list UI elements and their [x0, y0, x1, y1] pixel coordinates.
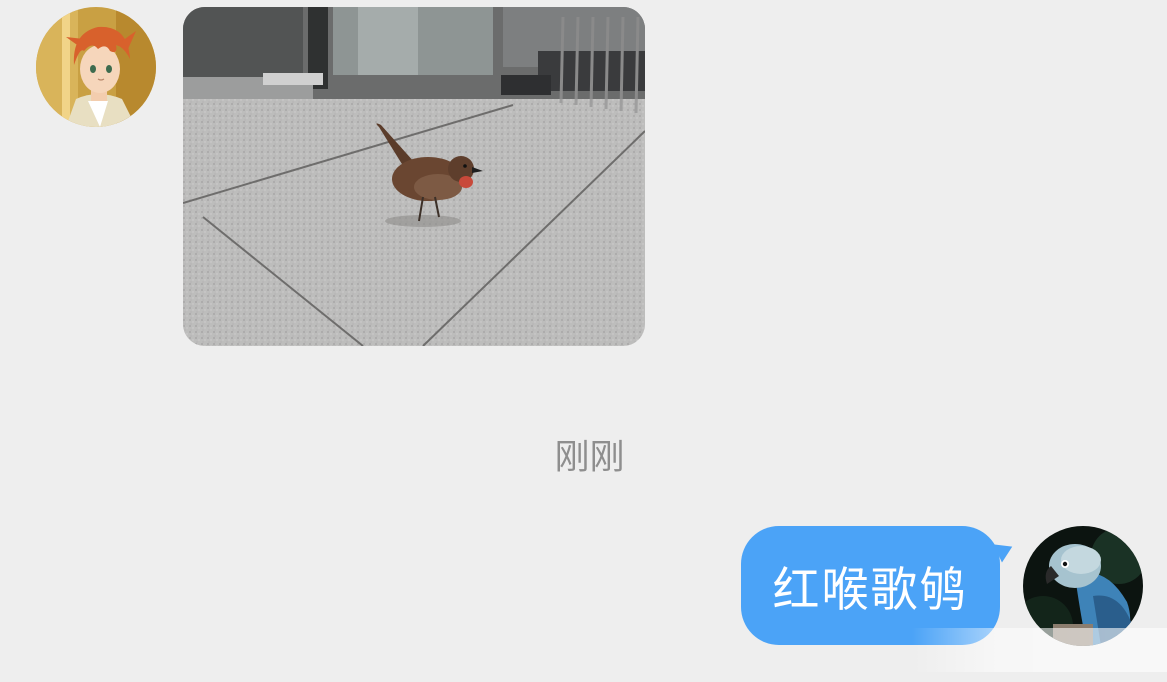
sender-avatar[interactable]: [36, 7, 156, 127]
message-timestamp: 刚刚: [554, 438, 625, 478]
anime-boy-avatar-icon: [36, 7, 156, 127]
watermark-overlay: [912, 628, 1167, 672]
bubble-tail: [993, 537, 1017, 563]
outgoing-message-text: 红喉歌鸲: [772, 563, 969, 618]
bird-photo: [183, 7, 645, 346]
chat-window: 刚刚 红喉歌鸲: [0, 0, 1167, 682]
photo-message[interactable]: [183, 7, 645, 346]
